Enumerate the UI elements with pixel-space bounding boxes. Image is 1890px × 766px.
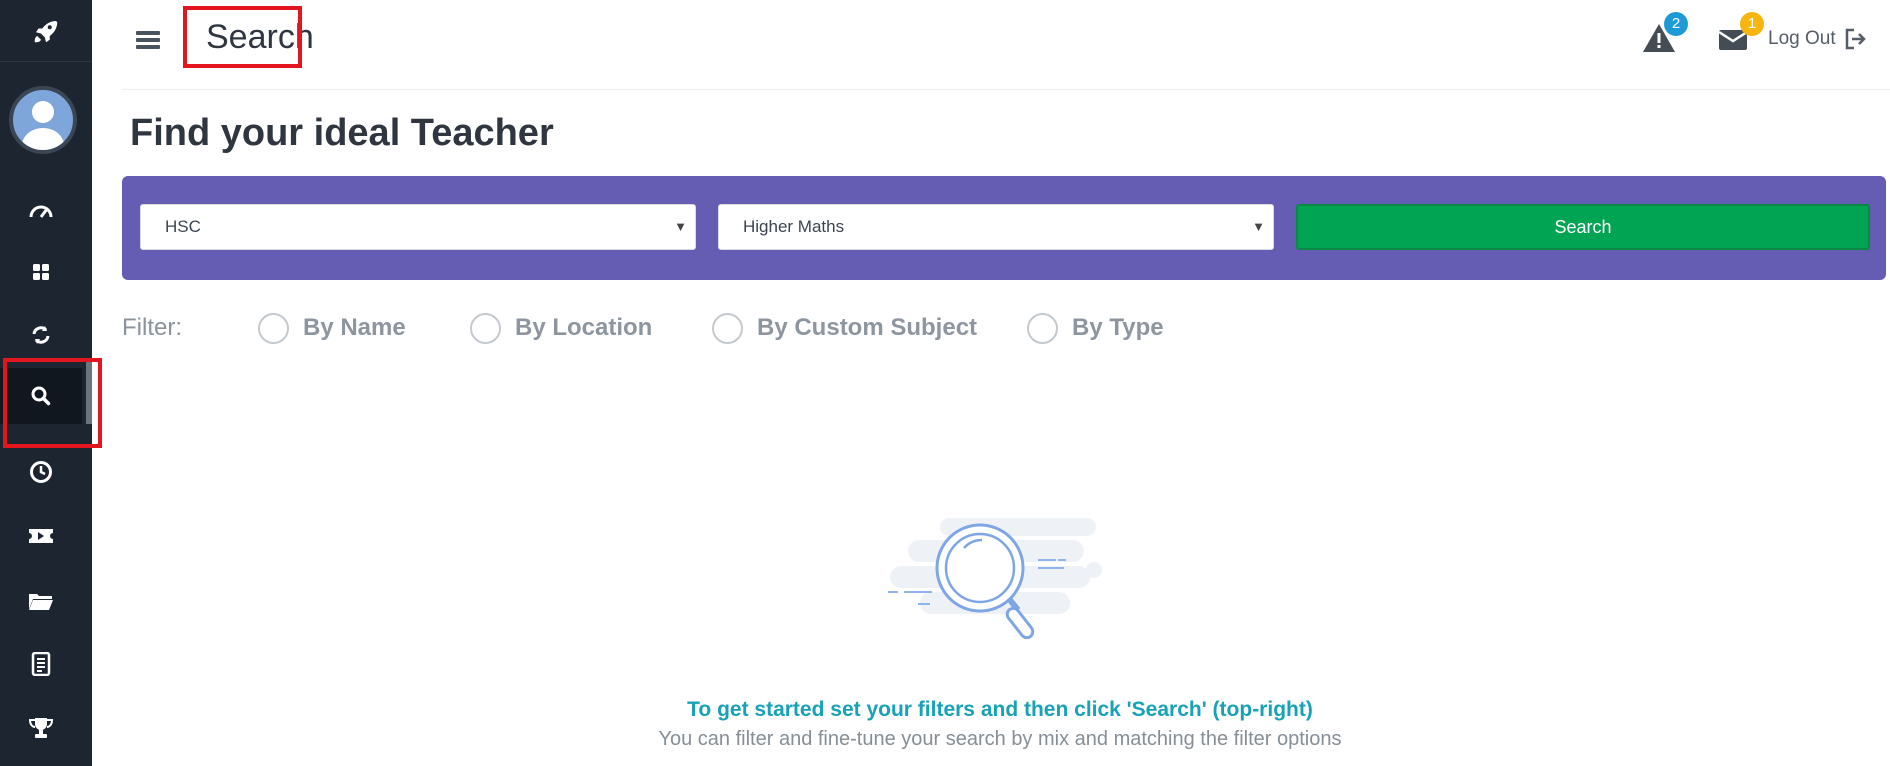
radio-by-location[interactable] [470, 312, 501, 344]
sidebar-item-sessions[interactable] [0, 508, 82, 564]
search-filter-bar: HSC ▼ Higher Maths ▼ Search [122, 176, 1886, 280]
menu-icon[interactable] [134, 28, 164, 52]
alerts-button[interactable]: 2 [1642, 12, 1688, 62]
top-header: Search 2 1 Log Out [122, 0, 1890, 90]
filter-by-custom-subject-label: By Custom Subject [757, 314, 978, 341]
clock-icon [30, 461, 52, 483]
logout-button[interactable]: Log Out [1768, 24, 1866, 54]
sidebar-item-documents[interactable] [0, 636, 82, 692]
page-title: Search [206, 18, 314, 56]
logo-rocket-icon[interactable] [0, 0, 92, 62]
radio-by-type[interactable] [1027, 312, 1058, 344]
subject-select-value: Higher Maths [743, 217, 845, 236]
radio-by-name[interactable] [258, 312, 289, 344]
filter-by-custom-subject[interactable]: By Custom Subject [712, 310, 977, 346]
empty-state-secondary: You can filter and fine-tune your search… [658, 728, 1342, 750]
level-select[interactable]: HSC ▼ [140, 204, 696, 250]
filter-by-type-label: By Type [1072, 314, 1164, 341]
sidebar-item-files[interactable] [0, 573, 82, 629]
messages-button[interactable]: 1 [1718, 12, 1764, 62]
subject-select[interactable]: Higher Maths ▼ [718, 204, 1274, 250]
level-select-value: HSC [165, 217, 201, 236]
page-heading: Find your ideal Teacher [130, 112, 554, 154]
dashboard-gauge-icon [29, 205, 53, 218]
sync-icon [32, 326, 50, 344]
sidebar-item-dashboard[interactable] [0, 182, 82, 238]
logout-label: Log Out [1768, 28, 1836, 49]
filter-label: Filter: [122, 314, 182, 341]
filter-by-location[interactable]: By Location [470, 310, 652, 346]
magnifier-illustration-icon [880, 512, 1110, 654]
search-button[interactable]: Search [1296, 204, 1870, 250]
messages-badge: 1 [1740, 12, 1764, 36]
filter-by-type[interactable]: By Type [1027, 310, 1164, 346]
filter-by-name-label: By Name [303, 314, 406, 341]
sidebar-item-history[interactable] [0, 444, 82, 500]
filter-by-location-label: By Location [515, 314, 653, 341]
ticket-icon [29, 529, 53, 543]
logout-icon [1845, 28, 1866, 50]
radio-by-custom-subject[interactable] [712, 312, 743, 344]
alerts-badge: 2 [1664, 12, 1688, 36]
sidebar-item-search[interactable] [0, 368, 82, 424]
filter-by-name[interactable]: By Name [258, 310, 406, 346]
document-icon [31, 652, 51, 676]
sidebar [0, 0, 92, 766]
grid-icon [33, 264, 49, 280]
sidebar-item-sync[interactable] [0, 307, 82, 363]
caret-down-icon: ▼ [674, 219, 687, 234]
caret-down-icon: ▼ [1252, 219, 1265, 234]
search-icon [31, 386, 51, 406]
avatar[interactable] [9, 86, 77, 154]
sidebar-item-apps[interactable] [0, 244, 82, 300]
empty-state-primary: To get started set your filters and then… [687, 698, 1313, 721]
sidebar-scrollbar[interactable] [86, 360, 92, 424]
folder-icon [29, 594, 53, 610]
